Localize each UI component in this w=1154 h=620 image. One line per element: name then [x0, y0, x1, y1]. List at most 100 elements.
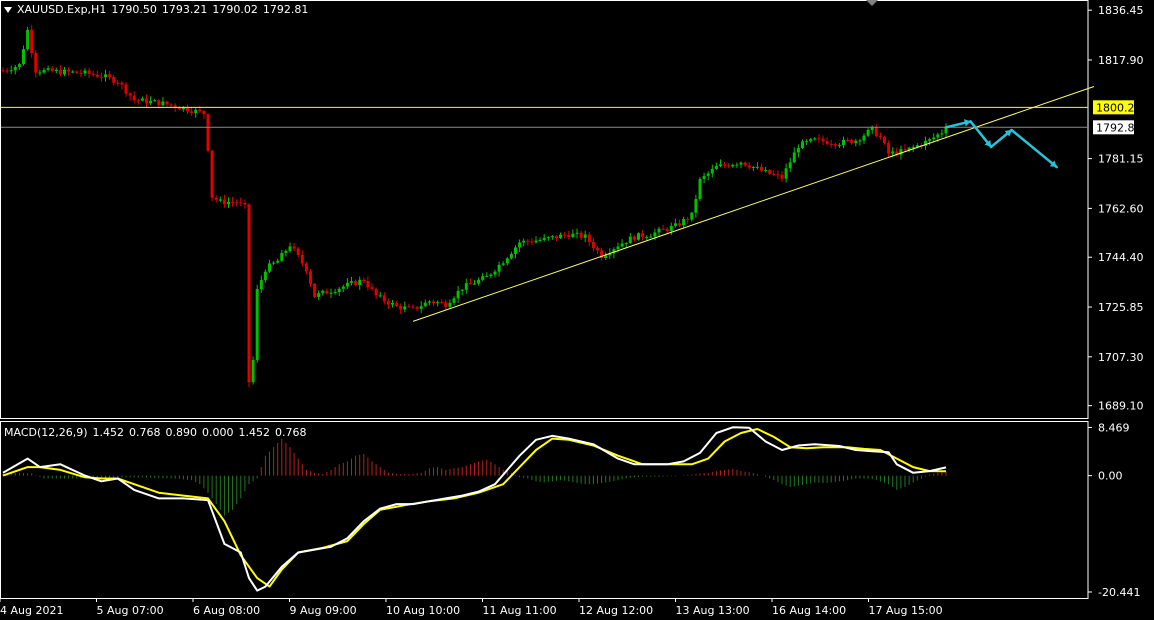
candle-body — [751, 166, 755, 168]
candle-body — [292, 246, 296, 249]
candle-body — [575, 232, 579, 234]
macd-axis-tick-label: 8.469 — [1098, 421, 1130, 434]
candle-body — [67, 69, 71, 72]
candle-body — [850, 140, 854, 144]
candle-body — [46, 68, 50, 70]
candle-body — [514, 247, 517, 254]
candle-body — [157, 100, 161, 106]
scroll-marker-icon — [866, 0, 878, 6]
candle-body — [493, 271, 497, 275]
candle-body — [202, 111, 206, 115]
candle-body — [682, 218, 686, 226]
macd-axis-tick-label: -20.441 — [1098, 586, 1140, 599]
candle-body — [407, 306, 411, 308]
macd-signal-line — [2, 428, 947, 588]
candle-body — [263, 271, 267, 281]
candle-body — [719, 164, 722, 166]
candle-body — [632, 236, 636, 240]
candle-body — [284, 250, 288, 253]
candle-body — [518, 242, 522, 248]
candle-body — [272, 262, 276, 264]
price-axis-tick-label: 1817.90 — [1098, 54, 1144, 67]
candle-body — [645, 237, 649, 239]
candle-body — [128, 93, 132, 96]
macd-lines — [2, 426, 947, 592]
candle-body — [337, 288, 341, 292]
candle-body — [321, 290, 325, 294]
candle-body — [325, 290, 329, 294]
candle-body — [296, 248, 300, 256]
candle-body — [932, 137, 936, 140]
candle-body — [231, 201, 235, 203]
candle-body — [149, 100, 153, 104]
candle-body — [317, 293, 321, 297]
candle-body — [546, 237, 550, 239]
candle-body — [792, 152, 796, 163]
candle-body — [669, 225, 673, 231]
macd-axis-tick-label: 0.00 — [1098, 470, 1123, 483]
candle-body — [833, 144, 837, 146]
candle-body — [887, 143, 891, 154]
candle-body — [350, 281, 353, 283]
candle-body — [63, 69, 66, 75]
candle-body — [13, 66, 17, 71]
candle-body — [776, 174, 780, 176]
candle-body — [186, 107, 189, 112]
axes: 1836.45 1817.90 1781.15 1762.60 1744.40 1725.… — [0, 4, 1144, 617]
price-axis-tick-label: 1725.85 — [1098, 301, 1144, 314]
candle-body — [764, 170, 768, 172]
macd-value: 0.768 — [129, 426, 161, 439]
candle-body — [883, 137, 886, 144]
candle-body — [206, 114, 210, 151]
candle-body — [214, 197, 218, 200]
candle-body — [235, 202, 239, 204]
candle-body — [817, 138, 821, 140]
candle-body — [538, 239, 542, 241]
candle-body — [550, 236, 554, 238]
candle-body — [415, 307, 419, 309]
candle-body — [243, 202, 247, 205]
candle-body — [460, 289, 464, 291]
candle-body — [673, 223, 677, 226]
candle-body — [124, 84, 128, 94]
candle-body — [772, 173, 776, 175]
candle-body — [788, 162, 792, 169]
candle-body — [866, 129, 870, 136]
macd-value: 1.452 — [92, 426, 125, 439]
candle-body — [747, 165, 751, 168]
candle-body — [79, 72, 83, 74]
candle-body — [579, 232, 583, 238]
candle-body — [58, 69, 62, 75]
projection-arrow-segment — [1010, 128, 1058, 169]
candle-body — [657, 228, 661, 233]
candle-body — [309, 271, 312, 284]
candle-body — [419, 306, 423, 309]
candle-body — [628, 236, 632, 244]
collapse-triangle-icon[interactable] — [4, 7, 12, 13]
candle-body — [649, 236, 653, 238]
candle-body — [743, 162, 747, 166]
candle-body — [714, 165, 718, 169]
candle-body — [153, 100, 157, 102]
candle-body — [526, 240, 530, 242]
candles — [1, 24, 948, 388]
time-axis-tick-label: 5 Aug 07:00 — [97, 604, 164, 617]
candle-body — [333, 291, 337, 293]
price-axis-tick-label: 1836.45 — [1098, 4, 1144, 17]
candle-body — [177, 107, 181, 110]
candle-body — [665, 229, 669, 231]
candle-body — [378, 295, 382, 297]
candle-body — [854, 140, 858, 144]
candle-body — [739, 162, 743, 165]
candle-body — [842, 139, 845, 146]
time-axis-tick-label: 6 Aug 08:00 — [193, 604, 260, 617]
candle-body — [268, 263, 271, 272]
candle-body — [678, 223, 681, 226]
symbol-name: XAUUSD.Exp,H1 — [17, 3, 107, 16]
price-axis-tick-label: 1707.30 — [1098, 351, 1144, 364]
chart-lines — [1, 86, 1095, 322]
candle-body — [727, 165, 731, 167]
candle-body — [501, 263, 505, 265]
candle-body — [686, 218, 690, 220]
candle-body — [825, 141, 829, 144]
